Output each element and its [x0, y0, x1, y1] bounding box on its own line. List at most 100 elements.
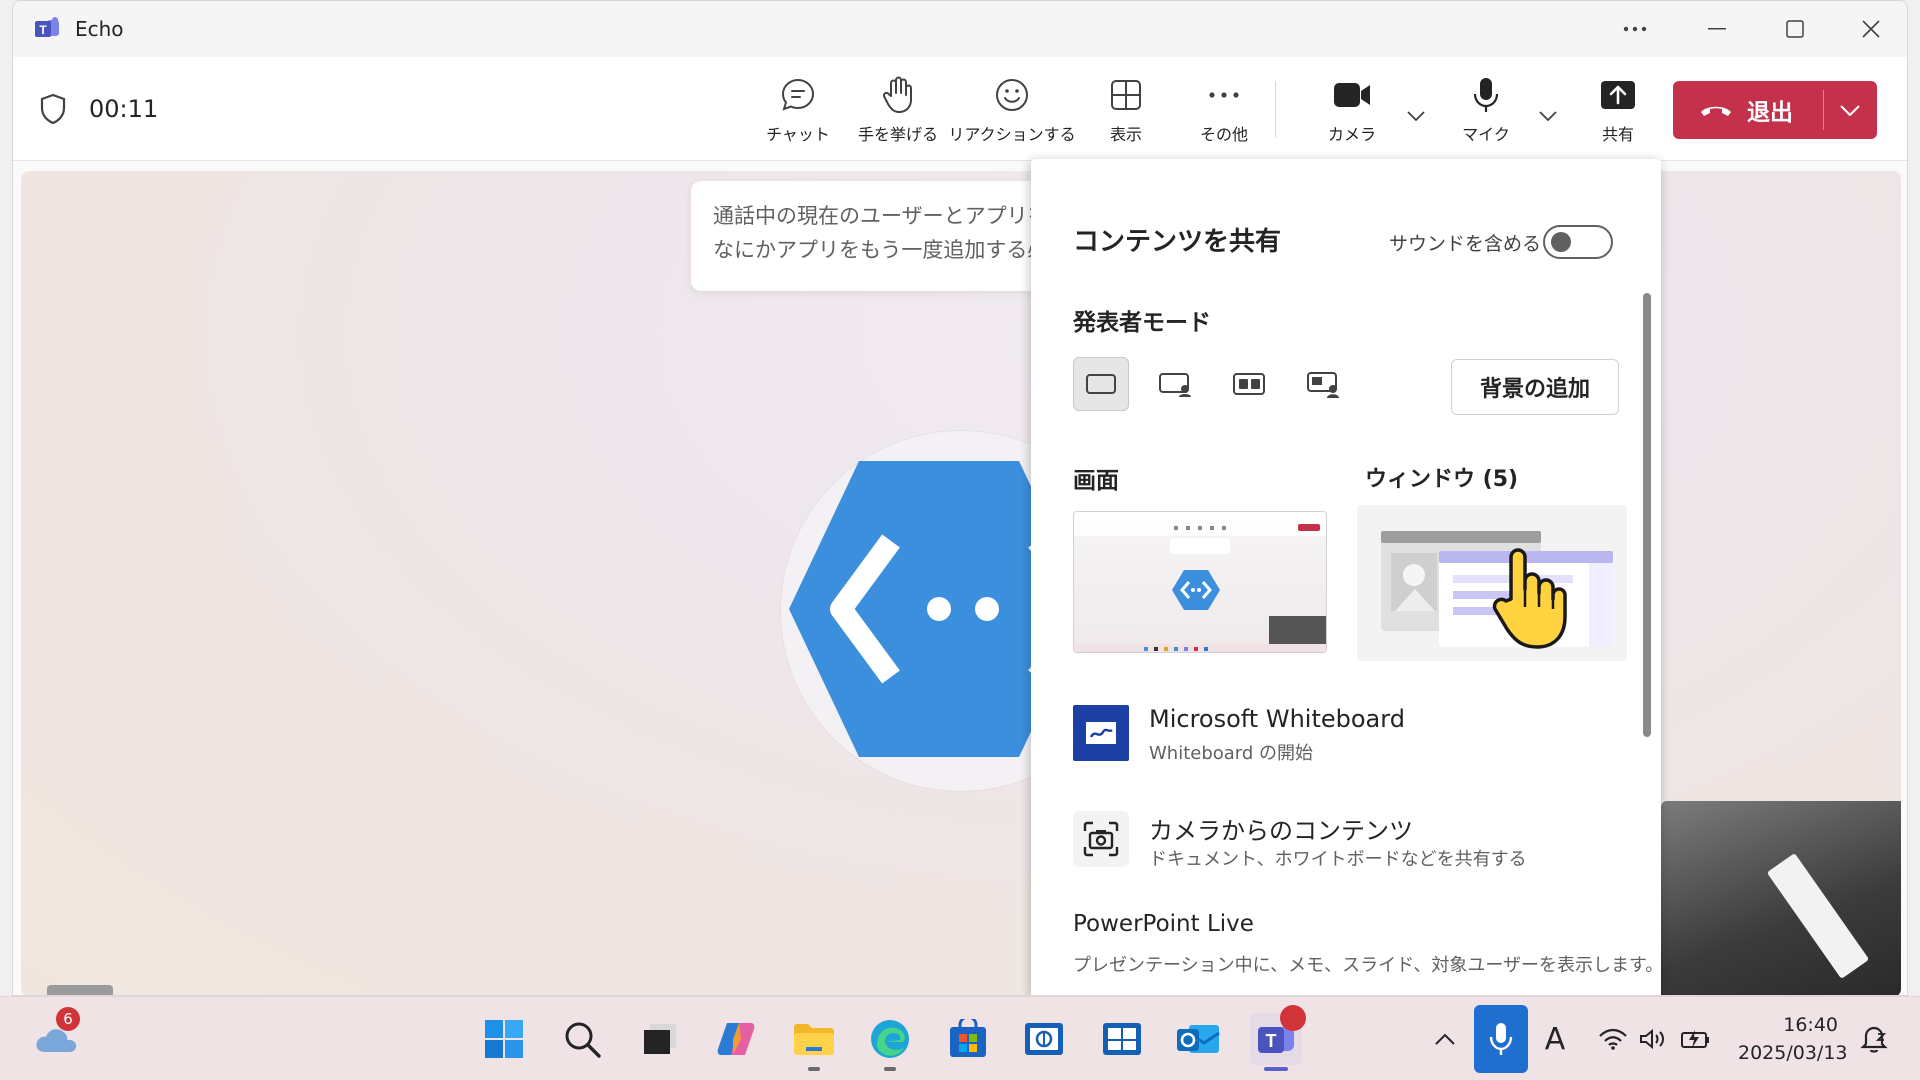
raise-hand-button[interactable]: 手を挙げる [853, 75, 943, 149]
taskbar: 6 T A 16:40 2025/03/13 [0, 996, 1920, 1080]
store-button[interactable] [942, 1013, 994, 1065]
self-video-preview[interactable] [1661, 801, 1901, 995]
add-background-button[interactable]: 背景の追加 [1451, 359, 1619, 415]
pointer-hand-icon [1491, 547, 1567, 651]
remote-app-button[interactable] [1018, 1013, 1070, 1065]
microsoft-store-icon [948, 1019, 988, 1059]
share-panel-scrollbar[interactable] [1643, 293, 1651, 737]
call-toolbar: 00:11 チャット 手を挙げる リアクションする 表示 その他 カメラ マイク… [13, 57, 1907, 163]
voice-typing-button[interactable] [1474, 1005, 1528, 1073]
running-indicator [884, 1067, 896, 1071]
camera-button[interactable]: カメラ [1307, 75, 1397, 149]
window-heading: ウィンドウ (5) [1365, 467, 1519, 492]
chat-button[interactable]: チャット [753, 75, 843, 149]
call-timer: 00:11 [89, 95, 159, 123]
presenter-mode-content-only[interactable] [1073, 357, 1129, 411]
copilot-icon [715, 1019, 757, 1059]
wifi-icon[interactable] [1596, 1023, 1630, 1055]
stage-handle[interactable] [47, 985, 113, 995]
file-explorer-button[interactable] [788, 1013, 840, 1071]
more-button[interactable]: その他 [1179, 75, 1269, 149]
include-sound-toggle[interactable] [1543, 225, 1613, 259]
presenter-mode-side-by-side[interactable] [1221, 357, 1277, 411]
remote-desktop-icon [1023, 1021, 1065, 1057]
teams-taskbar-button[interactable]: T [1250, 1005, 1306, 1071]
teams-logo-icon: T [33, 17, 61, 41]
clock-date: 2025/03/13 [1738, 1042, 1848, 1064]
microphone-icon [1488, 1021, 1514, 1057]
camera-options-chevron-icon[interactable] [1401, 101, 1431, 131]
toolbar-divider [1275, 81, 1276, 137]
camera-content-subtitle: ドキュメント、ホワイトボードなどを共有する [1149, 849, 1527, 870]
leave-label: 退出 [1747, 100, 1793, 126]
notification-bell-icon[interactable] [1856, 1023, 1892, 1055]
close-icon[interactable] [1849, 13, 1893, 45]
battery-charging-icon[interactable] [1678, 1023, 1714, 1055]
presenter-mode-reporter[interactable] [1295, 357, 1351, 411]
leave-options-chevron-icon[interactable] [1824, 81, 1876, 139]
people-card-icon [1101, 1021, 1143, 1057]
task-view-button[interactable] [634, 1013, 686, 1065]
microphone-icon [1471, 75, 1501, 115]
powerpoint-live-description: プレゼンテーション中に、メモ、スライド、対象ユーザーを表示します。 [1073, 955, 1661, 976]
chat-icon [780, 75, 816, 115]
view-label: 表示 [1109, 125, 1142, 144]
outlook-button[interactable] [1172, 1013, 1224, 1065]
outlook-icon [1175, 1019, 1221, 1059]
whiteboard-icon [1073, 705, 1129, 761]
more-options-icon[interactable] [1613, 13, 1657, 45]
mic-options-chevron-icon[interactable] [1533, 101, 1563, 131]
powerpoint-live-title[interactable]: PowerPoint Live [1073, 911, 1254, 937]
taskbar-clock[interactable]: 16:40 2025/03/13 [1738, 1011, 1848, 1067]
react-button[interactable]: リアクションする [948, 75, 1076, 149]
volume-icon[interactable] [1636, 1023, 1670, 1055]
weather-widget[interactable]: 6 [30, 1007, 82, 1065]
share-button[interactable]: 共有 [1573, 75, 1663, 163]
show-hidden-icons-chevron-icon[interactable] [1430, 1023, 1460, 1055]
shield-icon [39, 93, 67, 125]
windows-logo-icon [484, 1019, 524, 1059]
svg-text:T: T [39, 23, 47, 37]
grid-view-icon [1109, 75, 1143, 115]
teams-notification-dot [1280, 1005, 1306, 1031]
copilot-button[interactable] [710, 1013, 762, 1065]
running-indicator [808, 1067, 820, 1071]
view-button[interactable]: 表示 [1081, 75, 1171, 149]
edge-button[interactable] [864, 1013, 916, 1071]
camera-scan-icon [1073, 811, 1129, 867]
ellipsis-icon [1208, 75, 1240, 115]
react-label: リアクションする [948, 125, 1076, 144]
svg-text:T: T [1266, 1031, 1277, 1051]
raise-hand-label: 手を挙げる [857, 125, 938, 144]
folder-icon [792, 1021, 836, 1057]
weather-badge: 6 [56, 1007, 80, 1031]
search-button[interactable] [556, 1013, 608, 1065]
share-label: 共有 [1601, 125, 1634, 144]
preview-light-bar [1766, 853, 1870, 979]
start-button[interactable] [478, 1013, 530, 1065]
mic-button[interactable]: マイク [1441, 75, 1531, 149]
share-content-panel: コンテンツを共有 サウンドを含める 発表者モード 背景の追加 画面 ウィンドウ … [1031, 159, 1661, 995]
toggle-knob [1551, 232, 1571, 252]
screen-share-thumbnail[interactable] [1073, 511, 1327, 653]
minimize-icon[interactable] [1695, 13, 1739, 45]
screen-heading: 画面 [1073, 468, 1119, 494]
mic-label: マイク [1462, 125, 1510, 144]
task-view-icon [642, 1022, 678, 1056]
teams-window: T Echo 00:11 チャット 手を挙げる リアクションする 表示 その他 … [12, 0, 1908, 996]
search-icon [562, 1019, 602, 1059]
include-sound-label: サウンドを含める [1389, 233, 1542, 255]
leave-button[interactable]: 退出 [1673, 81, 1823, 139]
banner-line-2: なにかアプリをもう一度追加する必 [713, 238, 1049, 262]
smiley-icon [994, 75, 1030, 115]
presenter-mode-standout[interactable] [1147, 357, 1203, 411]
hand-icon [881, 75, 915, 115]
whiteboard-title: Microsoft Whiteboard [1149, 705, 1405, 733]
presenter-mode-heading: 発表者モード [1073, 310, 1211, 336]
active-indicator [1264, 1067, 1288, 1071]
maximize-icon[interactable] [1773, 13, 1817, 45]
ime-indicator[interactable]: A [1540, 1022, 1570, 1057]
hang-up-icon [1699, 102, 1733, 118]
leave-button-group: 退出 [1673, 81, 1877, 139]
contacts-app-button[interactable] [1096, 1013, 1148, 1065]
